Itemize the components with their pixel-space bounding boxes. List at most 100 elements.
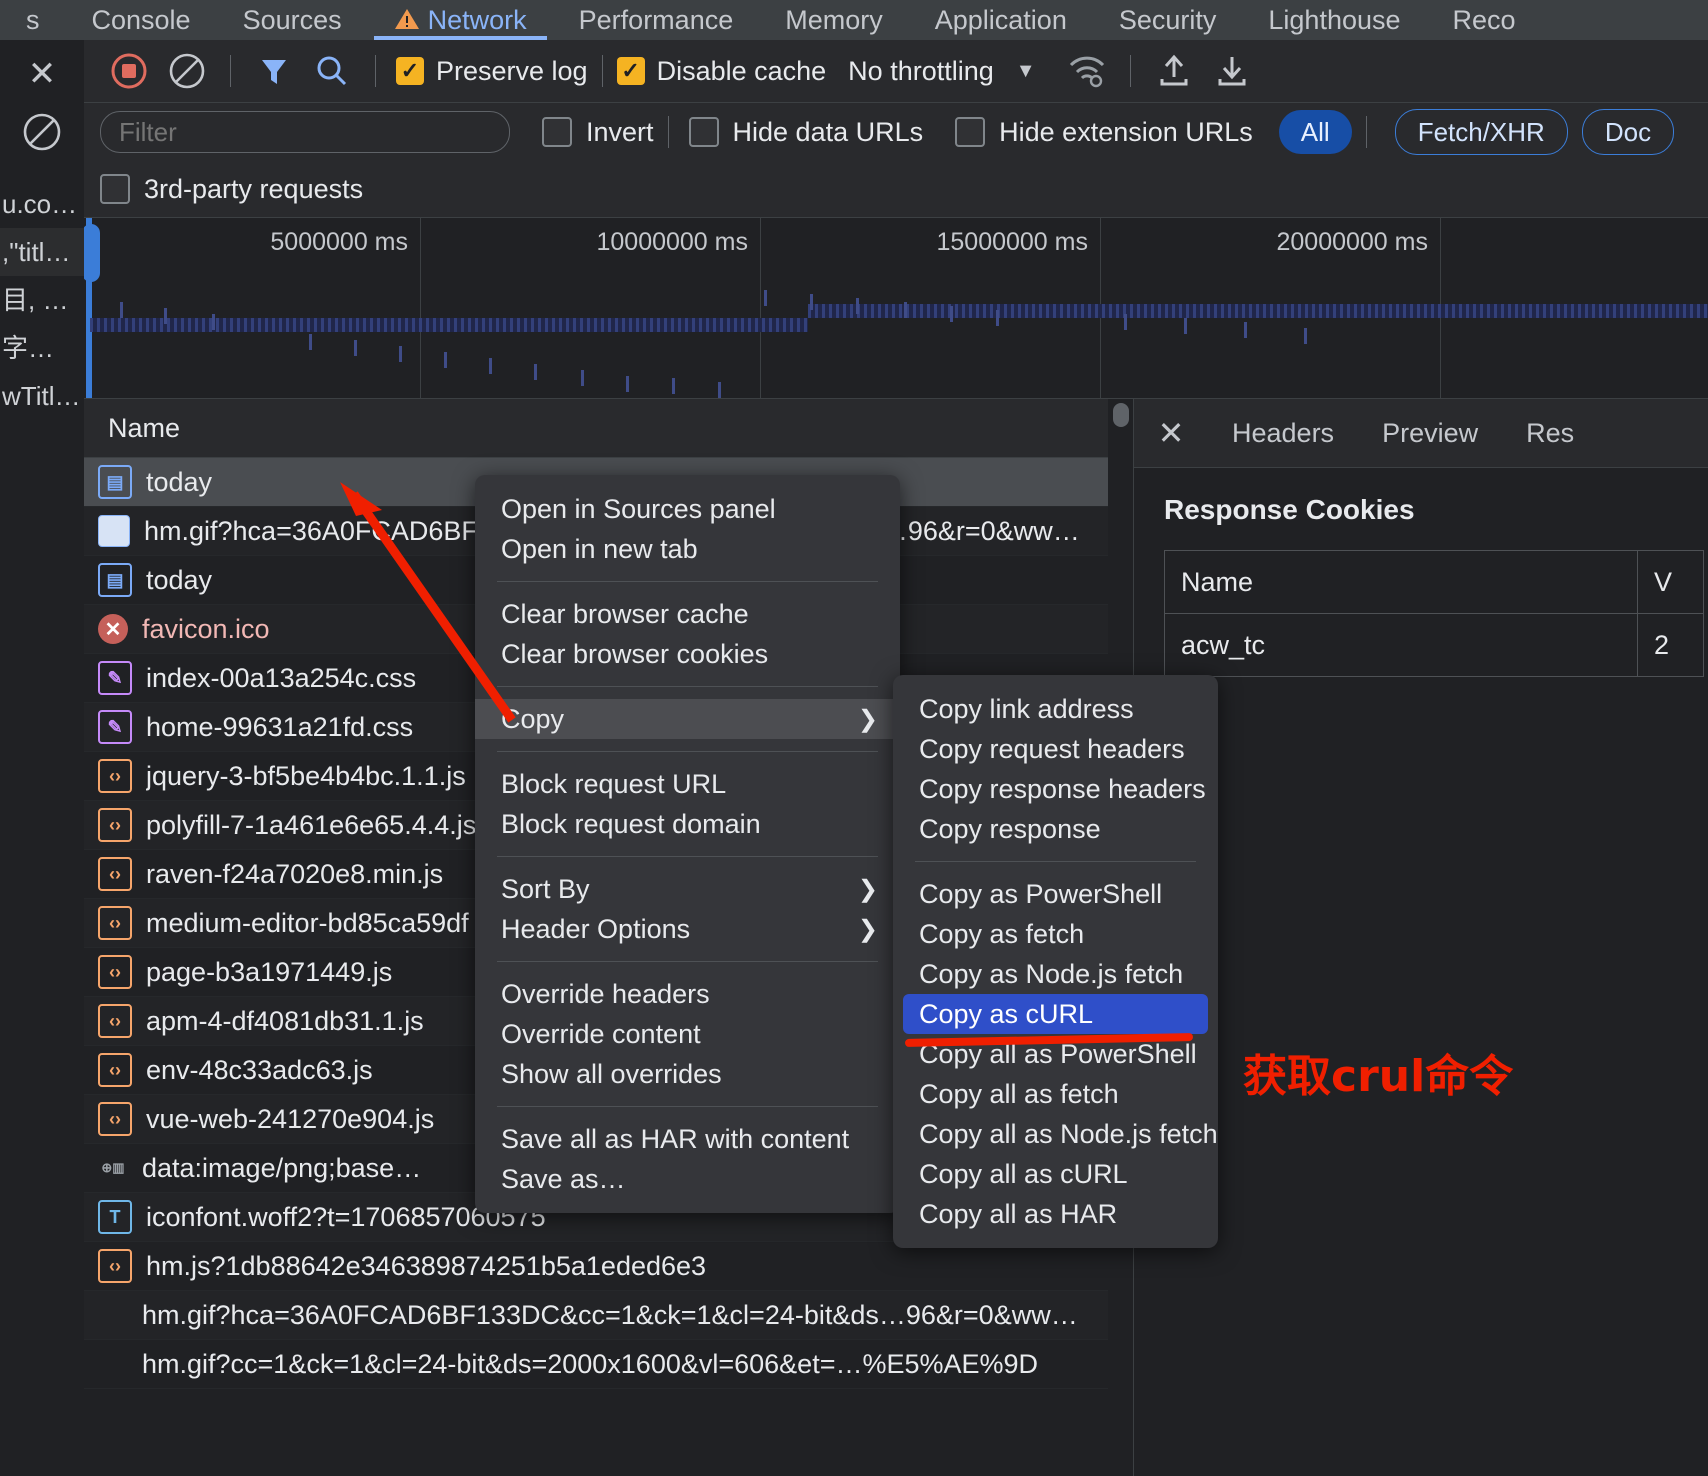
console-message[interactable]: u.co…	[0, 180, 84, 228]
menu-item-copy-all-as-curl[interactable]: Copy all as cURL	[893, 1154, 1218, 1194]
tab-security[interactable]: Security	[1093, 0, 1243, 40]
menu-item-label: Copy as fetch	[919, 918, 1085, 949]
chevron-right-icon: ❯	[857, 875, 878, 903]
menu-item-copy-as-curl[interactable]: Copy as cURL	[903, 994, 1208, 1034]
toolbar-divider	[601, 55, 603, 87]
checkbox-unchecked-icon	[100, 174, 130, 204]
menu-item-block-request-domain[interactable]: Block request domain	[475, 804, 900, 844]
request-name: index-00a13a254c.css	[146, 662, 417, 693]
menu-item-save-as[interactable]: Save as…	[475, 1159, 900, 1199]
filter-type-fetch-xhr[interactable]: Fetch/XHR	[1394, 109, 1568, 155]
tab-lighthouse[interactable]: Lighthouse	[1242, 0, 1426, 40]
record-stop-icon[interactable]	[100, 42, 158, 100]
menu-item-sort-by[interactable]: Sort By ❯	[475, 869, 900, 909]
overview-tick-label: 20000000 ms	[1276, 228, 1428, 256]
request-context-menu[interactable]: Open in Sources panel Open in new tab Cl…	[475, 475, 900, 1213]
tab-s[interactable]: s	[0, 0, 66, 40]
close-icon[interactable]: ✕	[22, 54, 62, 94]
script-icon: ‹›	[98, 1004, 132, 1038]
hide-extension-urls-checkbox[interactable]: Hide extension URLs	[955, 117, 1253, 148]
menu-item-copy-response[interactable]: Copy response	[893, 809, 1218, 849]
tab-label: Console	[91, 5, 191, 35]
table-row[interactable]: hm.gif?cc=1&ck=1&cl=24-bit&ds=2000x1600&…	[84, 1340, 1108, 1389]
chevron-right-icon: ❯	[857, 705, 878, 733]
table-row[interactable]: acw_tc 2	[1164, 613, 1704, 677]
no-entry-icon[interactable]	[20, 110, 64, 154]
script-icon: ‹›	[98, 1053, 132, 1087]
search-icon[interactable]	[303, 42, 361, 100]
tab-recorder[interactable]: Reco	[1427, 0, 1542, 40]
hide-data-urls-checkbox[interactable]: Hide data URLs	[688, 117, 923, 148]
export-har-icon[interactable]	[1203, 42, 1261, 100]
preserve-log-checkbox[interactable]: ✓ Preserve log	[396, 56, 588, 87]
menu-item-label: Copy as cURL	[919, 998, 1094, 1029]
menu-item-copy-as-fetch[interactable]: Copy as fetch	[893, 914, 1218, 954]
menu-item-clear-browser-cookies[interactable]: Clear browser cookies	[475, 634, 900, 674]
menu-item-save-all-as-har-with-content[interactable]: Save all as HAR with content	[475, 1119, 900, 1159]
console-message[interactable]: ,"titl…	[0, 228, 84, 276]
third-party-checkbox[interactable]: 3rd-party requests	[100, 174, 363, 205]
menu-item-override-headers[interactable]: Override headers	[475, 974, 900, 1014]
tab-application[interactable]: Application	[909, 0, 1093, 40]
console-message[interactable]: 字…	[0, 324, 84, 372]
menu-item-header-options[interactable]: Header Options ❯	[475, 909, 900, 949]
clear-icon[interactable]	[158, 42, 216, 100]
console-message[interactable]: wTitl…	[0, 372, 84, 420]
wifi-settings-icon[interactable]	[1058, 42, 1116, 100]
menu-item-open-in-new-tab[interactable]: Open in new tab	[475, 529, 900, 569]
menu-item-copy-response-headers[interactable]: Copy response headers	[893, 769, 1218, 809]
menu-item-copy-all-as-fetch[interactable]: Copy all as fetch	[893, 1074, 1218, 1114]
disable-cache-label: Disable cache	[656, 55, 827, 86]
request-name: jquery-3-bf5be4b4bc.1.1.js	[146, 760, 466, 791]
menu-item-copy-as-nodejs-fetch[interactable]: Copy as Node.js fetch	[893, 954, 1218, 994]
menu-item-copy-request-headers[interactable]: Copy request headers	[893, 729, 1218, 769]
menu-item-copy-all-as-nodejs-fetch[interactable]: Copy all as Node.js fetch	[893, 1114, 1218, 1154]
menu-item-copy[interactable]: Copy ❯	[475, 699, 900, 739]
table-row[interactable]: ‹› hm.js?1db88642e346389874251b5a1eded6e…	[84, 1242, 1108, 1291]
checkbox-unchecked-icon	[955, 117, 986, 147]
filter-type-doc[interactable]: Doc	[1581, 109, 1675, 155]
menu-item-label: Show all overrides	[501, 1058, 722, 1089]
network-overview-timeline[interactable]: 5000000 ms 10000000 ms 15000000 ms 20000…	[84, 218, 1708, 399]
menu-separator	[497, 751, 878, 752]
menu-item-copy-as-powershell[interactable]: Copy as PowerShell	[893, 874, 1218, 914]
checkbox-checked-icon: ✓	[616, 57, 645, 85]
disable-cache-checkbox[interactable]: ✓ Disable cache	[616, 55, 827, 87]
tab-label: Headers	[1232, 417, 1335, 448]
throttling-select[interactable]: No throttling ▼	[848, 56, 1035, 87]
menu-item-open-in-sources-panel[interactable]: Open in Sources panel	[475, 489, 900, 529]
script-icon: ‹›	[98, 1102, 132, 1136]
stylesheet-icon: ✎	[98, 710, 132, 744]
overview-drag-handle[interactable]	[84, 224, 100, 282]
filter-input[interactable]	[100, 111, 510, 153]
tab-performance[interactable]: Performance	[553, 0, 760, 40]
request-name: vue-web-241270e904.js	[146, 1103, 435, 1134]
menu-item-copy-all-as-har[interactable]: Copy all as HAR	[893, 1194, 1218, 1234]
tab-preview[interactable]: Preview	[1358, 418, 1502, 449]
menu-item-label: Copy all as cURL	[919, 1158, 1128, 1189]
filter-funnel-icon[interactable]	[245, 42, 303, 100]
menu-item-block-request-url[interactable]: Block request URL	[475, 764, 900, 804]
tab-headers[interactable]: Headers	[1208, 418, 1358, 449]
menu-item-clear-browser-cache[interactable]: Clear browser cache	[475, 594, 900, 634]
tab-response[interactable]: Res	[1502, 418, 1598, 449]
table-row[interactable]: hm.gif?hca=36A0FCAD6BF133DC&cc=1&ck=1&cl…	[84, 1291, 1108, 1340]
menu-item-override-content[interactable]: Override content	[475, 1014, 900, 1054]
close-icon[interactable]: ✕	[1134, 414, 1208, 452]
filter-type-all[interactable]: All	[1278, 110, 1352, 154]
copy-submenu[interactable]: Copy link address Copy request headers C…	[893, 675, 1218, 1248]
invert-checkbox[interactable]: Invert	[542, 117, 654, 148]
scrollbar-thumb[interactable]	[1113, 403, 1129, 427]
overview-request-band	[808, 304, 1708, 318]
tab-network[interactable]: Network	[368, 0, 553, 40]
tab-sources[interactable]: Sources	[217, 0, 368, 40]
import-har-icon[interactable]	[1145, 42, 1203, 100]
invert-label: Invert	[586, 116, 654, 147]
console-message[interactable]: 目, …	[0, 276, 84, 324]
details-body: Response Cookies Name V acw_tc 2	[1134, 468, 1708, 677]
blank-icon	[98, 1349, 128, 1379]
menu-item-show-all-overrides[interactable]: Show all overrides	[475, 1054, 900, 1094]
tab-console[interactable]: Console	[66, 0, 217, 40]
tab-memory[interactable]: Memory	[759, 0, 909, 40]
menu-item-copy-link-address[interactable]: Copy link address	[893, 689, 1218, 729]
